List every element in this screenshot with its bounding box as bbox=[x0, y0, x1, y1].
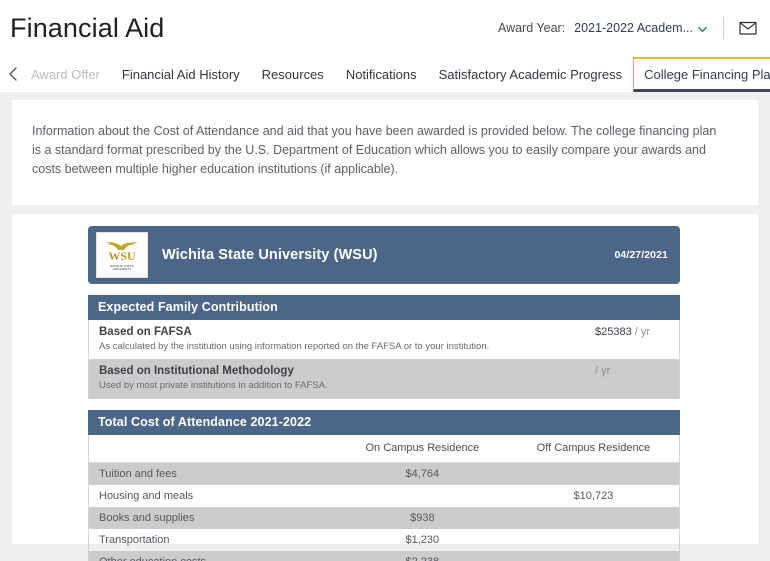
efc-row-fafsa: Based on FAFSA As calculated by the inst… bbox=[89, 320, 679, 359]
info-card: Information about the Cost of Attendance… bbox=[12, 100, 758, 205]
tab-label: Notifications bbox=[345, 66, 417, 82]
table-row: Books and supplies $938 bbox=[89, 507, 679, 529]
efc-text-block: Based on FAFSA As calculated by the inst… bbox=[99, 325, 587, 354]
tab-label: Award Offer bbox=[31, 66, 100, 82]
chevron-left-icon[interactable] bbox=[8, 56, 18, 92]
efc-amount-unit: / yr bbox=[634, 326, 651, 338]
row-label: Other education costs bbox=[89, 551, 337, 561]
envelope-icon[interactable] bbox=[738, 18, 758, 38]
wsu-shocker-logo-icon: WSU WICHITA STATE UNIVERSITY bbox=[96, 232, 148, 278]
tab-label: Satisfactory Academic Progress bbox=[438, 66, 623, 82]
row-on-campus-value: $938 bbox=[336, 507, 508, 529]
efc-description: As calculated by the institution using i… bbox=[99, 341, 490, 352]
table-header-row: On Campus Residence Off Campus Residence bbox=[89, 435, 679, 463]
table-row: Housing and meals $10,723 bbox=[89, 485, 679, 507]
row-on-campus-value: $2,238 bbox=[336, 551, 508, 561]
header-divider bbox=[723, 17, 724, 39]
row-label: Housing and meals bbox=[99, 490, 194, 502]
section-body: On Campus Residence Off Campus Residence… bbox=[88, 435, 680, 561]
column-header-off-campus: Off Campus Residence bbox=[507, 435, 679, 463]
row-off-campus-value bbox=[507, 507, 679, 529]
row-label: Tuition and fees bbox=[89, 462, 337, 485]
efc-row-institutional-methodology: Based on Institutional Methodology Used … bbox=[89, 359, 679, 398]
logo-caption: WICHITA STATE UNIVERSITY bbox=[110, 263, 134, 271]
header-right-controls: Award Year: 2021-2022 Academ... bbox=[498, 0, 758, 56]
expected-family-contribution-section: Expected Family Contribution Based on FA… bbox=[88, 295, 680, 399]
efc-amount: / yr bbox=[587, 364, 669, 377]
page-title: Financial Aid bbox=[10, 12, 165, 43]
tab-label: Resources bbox=[261, 66, 324, 82]
efc-amount-unit: / yr bbox=[595, 365, 611, 377]
plan-date: 04/27/2021 bbox=[614, 249, 668, 261]
tab-college-financing-plan[interactable]: College Financing Plan bbox=[633, 57, 770, 92]
tab-resources[interactable]: Resources bbox=[251, 56, 335, 92]
efc-text-block: Based on Institutional Methodology Used … bbox=[99, 364, 587, 393]
table-row: Transportation $1,230 bbox=[89, 529, 679, 551]
tab-financial-aid-history[interactable]: Financial Aid History bbox=[111, 56, 251, 92]
efc-amount-value: $25383 bbox=[595, 326, 632, 338]
total-cost-of-attendance-section: Total Cost of Attendance 2021-2022 On Ca… bbox=[88, 410, 680, 561]
school-name: Wichita State University (WSU) bbox=[162, 247, 378, 263]
row-label: Transportation bbox=[99, 534, 170, 546]
tab-award-offer[interactable]: Award Offer bbox=[20, 56, 111, 92]
chevron-down-icon bbox=[698, 25, 707, 34]
info-description: Information about the Cost of Attendance… bbox=[32, 124, 717, 176]
tab-label: Financial Aid History bbox=[121, 66, 240, 82]
row-off-campus-value bbox=[507, 462, 679, 485]
table-row: Tuition and fees $4,764 bbox=[89, 462, 679, 485]
tab-satisfactory-academic-progress[interactable]: Satisfactory Academic Progress bbox=[428, 56, 634, 92]
page-header: Financial Aid Award Year: 2021-2022 Acad… bbox=[0, 0, 770, 56]
college-financing-plan-card: WSU WICHITA STATE UNIVERSITY Wichita Sta… bbox=[12, 214, 758, 561]
column-header-on-campus: On Campus Residence bbox=[336, 435, 508, 463]
row-on-campus-value: $4,764 bbox=[336, 462, 508, 485]
award-year-value: 2021-2022 Academ... bbox=[574, 21, 693, 35]
column-header-blank bbox=[89, 435, 337, 463]
row-off-campus-value: $10,723 bbox=[573, 490, 614, 502]
cost-of-attendance-table: On Campus Residence Off Campus Residence… bbox=[89, 435, 679, 561]
row-off-campus-value bbox=[507, 551, 679, 561]
row-on-campus-value: $1,230 bbox=[405, 534, 440, 546]
plan-inner: WSU WICHITA STATE UNIVERSITY Wichita Sta… bbox=[88, 226, 680, 561]
section-body: Based on FAFSA As calculated by the inst… bbox=[88, 320, 680, 399]
svg-text:WSU: WSU bbox=[108, 249, 136, 263]
tab-label: College Financing Plan bbox=[644, 66, 770, 82]
row-label: Books and supplies bbox=[89, 507, 337, 529]
award-year-label: Award Year: bbox=[497, 21, 566, 35]
efc-amount: $25383 / yr bbox=[587, 325, 669, 338]
award-year-dropdown[interactable]: 2021-2022 Academ... bbox=[574, 21, 707, 35]
efc-description: Used by most private institutions in add… bbox=[99, 380, 328, 391]
row-on-campus-value bbox=[337, 485, 508, 507]
table-row: Other education costs $2,238 bbox=[89, 551, 679, 561]
section-header: Expected Family Contribution bbox=[88, 295, 680, 320]
tab-bar: Award Offer Financial Aid History Resour… bbox=[0, 56, 770, 92]
efc-title: Based on FAFSA bbox=[99, 326, 192, 338]
row-off-campus-value bbox=[508, 529, 679, 551]
section-header: Total Cost of Attendance 2021-2022 bbox=[88, 410, 680, 435]
efc-title: Based on Institutional Methodology bbox=[99, 365, 294, 377]
page-body: Information about the Cost of Attendance… bbox=[0, 92, 770, 561]
school-banner: WSU WICHITA STATE UNIVERSITY Wichita Sta… bbox=[88, 226, 680, 284]
tab-notifications[interactable]: Notifications bbox=[335, 56, 428, 92]
